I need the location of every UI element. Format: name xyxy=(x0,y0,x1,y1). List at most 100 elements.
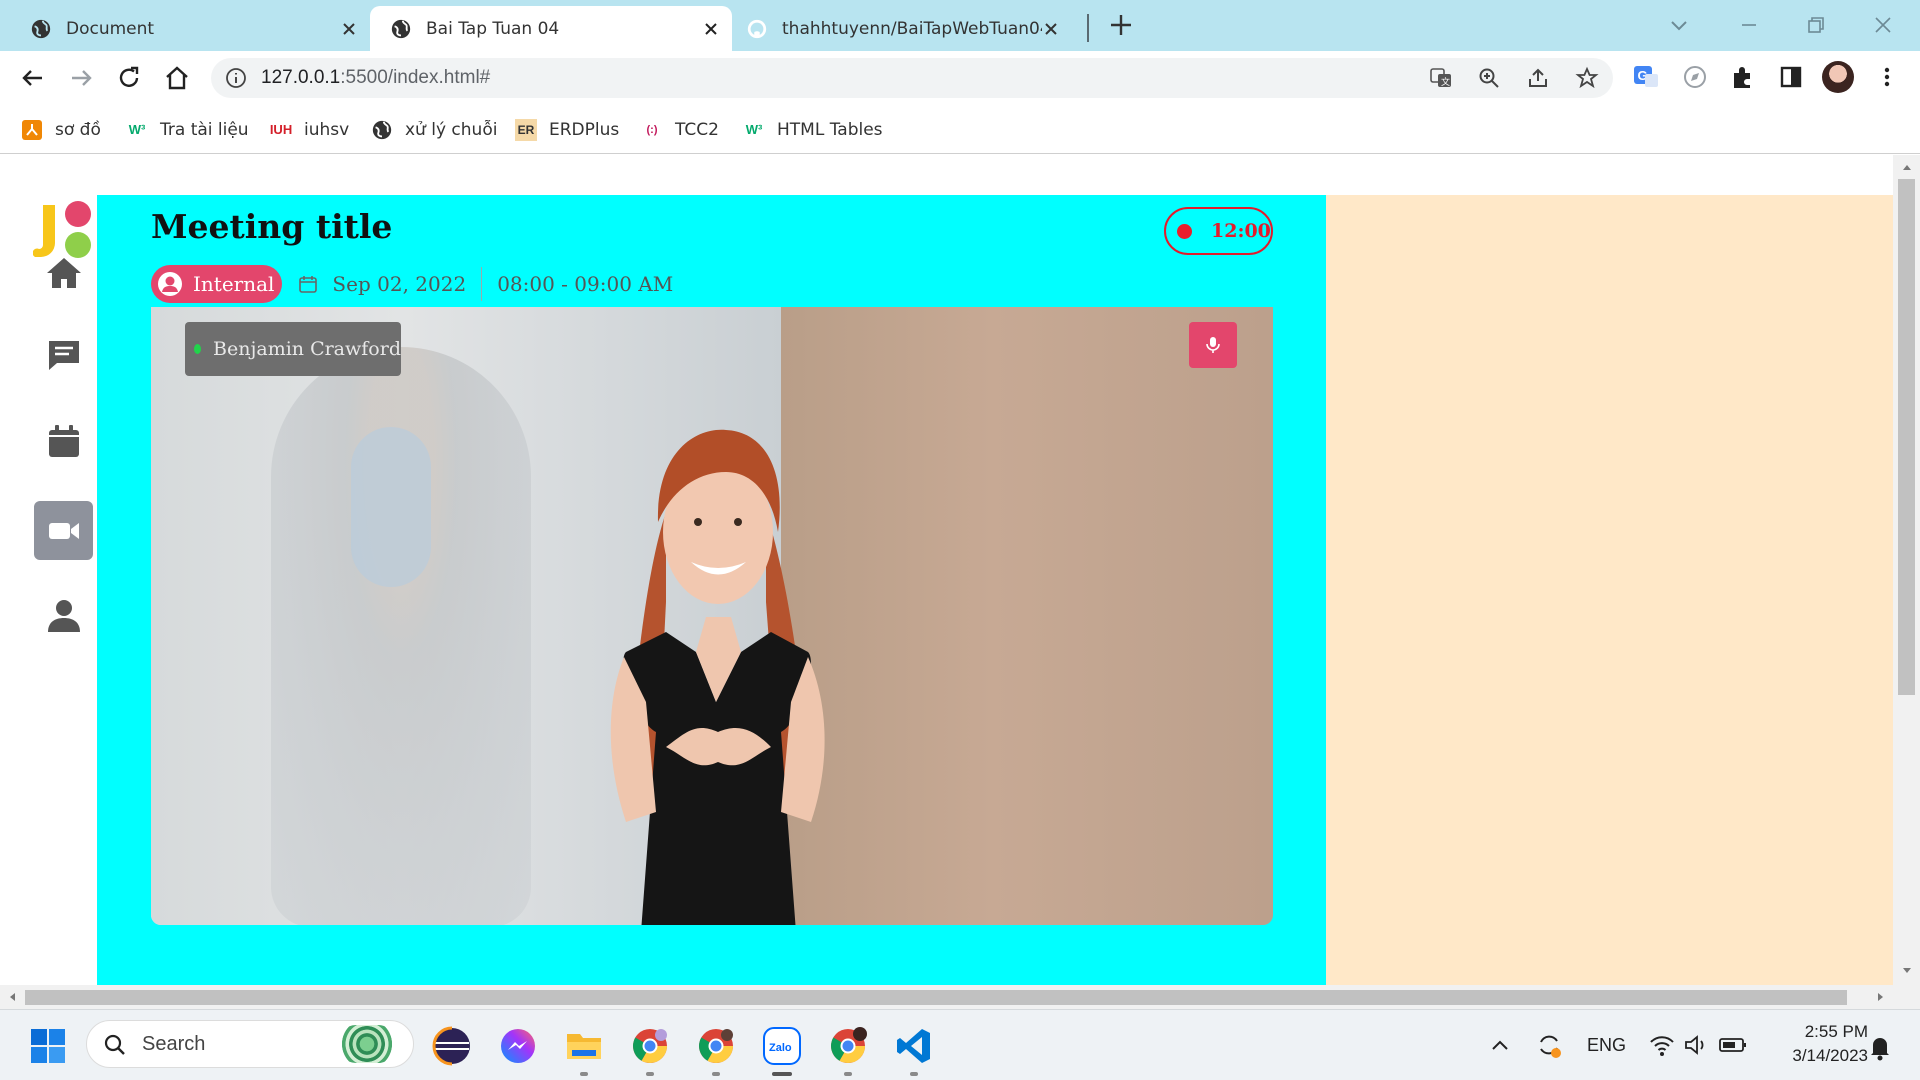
system-clock[interactable]: 2:55 PM 3/14/2023 xyxy=(1758,1020,1868,1068)
timer-text: 12:00 xyxy=(1211,220,1271,242)
browser-tab-active[interactable]: Bai Tap Tuan 04 xyxy=(370,6,732,51)
erdplus-icon: ER xyxy=(515,118,537,141)
side-panel-icon[interactable] xyxy=(1776,62,1806,92)
participant-name: Benjamin Crawford xyxy=(213,338,401,360)
search-highlight-art xyxy=(337,1025,397,1063)
translate-icon[interactable]: 文 xyxy=(1429,66,1453,90)
zoom-icon[interactable] xyxy=(1477,66,1501,90)
volume-icon[interactable] xyxy=(1682,1030,1710,1060)
bookmark-item[interactable]: xử lý chuỗi xyxy=(371,116,497,143)
wifi-icon[interactable] xyxy=(1648,1030,1676,1060)
browser-tab[interactable]: Document xyxy=(0,6,370,51)
w3schools-icon: W³ xyxy=(128,122,146,137)
app-running-indicator xyxy=(844,1072,852,1076)
chrome-icon[interactable] xyxy=(630,1026,670,1066)
browser-tab[interactable]: thahhtuyenn/BaiTapWebTuan04 xyxy=(732,6,1072,51)
sync-icon[interactable] xyxy=(1534,1030,1564,1060)
url-path: :5500/index.html# xyxy=(340,67,491,88)
user-circle-icon xyxy=(158,272,182,296)
w3schools-icon: W³ xyxy=(745,122,763,137)
back-icon[interactable] xyxy=(18,63,48,93)
kebab-menu-icon[interactable] xyxy=(1872,62,1902,92)
online-status-icon xyxy=(194,344,202,354)
site-info-icon[interactable] xyxy=(225,67,247,89)
horizontal-scrollbar[interactable] xyxy=(0,985,1893,1009)
new-tab-icon[interactable] xyxy=(1108,12,1134,38)
sidebar-item-calendar[interactable] xyxy=(34,411,93,470)
close-icon[interactable] xyxy=(340,20,358,38)
sidebar-item-video[interactable] xyxy=(34,501,93,560)
vscode-icon[interactable] xyxy=(894,1026,934,1066)
eclipse-icon[interactable] xyxy=(432,1026,472,1066)
google-translate-extension-icon[interactable]: G xyxy=(1631,62,1661,92)
extensions-puzzle-icon[interactable] xyxy=(1728,62,1758,92)
chevron-up-icon[interactable] xyxy=(1488,1030,1512,1060)
sidebar-item-messages[interactable] xyxy=(34,325,93,384)
home-button-icon[interactable] xyxy=(162,63,192,93)
browser-toolbar: 127.0.0.1:5500/index.html# 文 G xyxy=(0,51,1920,105)
user-icon xyxy=(47,599,80,632)
scrollbar-thumb[interactable] xyxy=(25,990,1847,1005)
bookmark-item[interactable]: (:) TCC2 xyxy=(641,116,719,143)
restore-icon[interactable] xyxy=(1800,10,1830,40)
compass-extension-icon[interactable] xyxy=(1680,62,1710,92)
recording-timer[interactable]: 12:00 xyxy=(1164,207,1273,255)
bookmark-label: iuhsv xyxy=(304,119,350,140)
reload-icon[interactable] xyxy=(114,63,144,93)
bookmark-label: sơ đồ xyxy=(55,119,101,140)
windows-start-icon[interactable] xyxy=(30,1028,66,1064)
vertical-scrollbar[interactable] xyxy=(1893,155,1920,985)
zalo-icon[interactable]: Zalo xyxy=(762,1026,802,1066)
bookmarks-bar: sơ đồ W³ Tra tài liệu IUH iuhsv xử lý ch… xyxy=(0,105,1920,154)
url-text[interactable]: 127.0.0.1:5500/index.html# xyxy=(261,58,490,98)
notification-bell-icon[interactable] xyxy=(1866,1032,1894,1062)
bookmark-item[interactable]: sơ đồ xyxy=(21,116,101,143)
tab-title: Document xyxy=(66,18,155,39)
iuh-icon: IUH xyxy=(269,122,293,137)
meeting-time: 08:00 - 09:00 AM xyxy=(497,272,674,296)
tcc2-icon: (:) xyxy=(646,123,658,136)
minimize-icon[interactable] xyxy=(1734,10,1764,40)
messenger-icon[interactable] xyxy=(498,1026,538,1066)
scrollbar-thumb[interactable] xyxy=(1898,179,1915,695)
svg-text:文: 文 xyxy=(1441,76,1450,87)
chat-icon xyxy=(48,340,79,370)
chrome-icon[interactable] xyxy=(828,1026,868,1066)
close-icon[interactable] xyxy=(1042,20,1060,38)
bookmark-item[interactable]: W³ HTML Tables xyxy=(743,116,883,143)
mute-button[interactable] xyxy=(1189,322,1237,368)
page-title: Meeting title xyxy=(151,207,393,246)
file-explorer-icon[interactable] xyxy=(564,1026,604,1066)
profile-avatar[interactable] xyxy=(1822,61,1854,93)
tab-strip: Document Bai Tap Tuan 04 thahhtuyenn/Bai… xyxy=(0,0,1920,51)
bookmark-star-icon[interactable] xyxy=(1575,66,1599,90)
language-indicator[interactable]: ENG xyxy=(1587,1030,1626,1060)
meeting-meta: Internal Sep 02, 2022 08:00 - 09:00 AM xyxy=(151,265,673,303)
bookmark-item[interactable]: W³ Tra tài liệu xyxy=(126,116,249,143)
close-icon[interactable] xyxy=(702,20,720,38)
scroll-up-icon[interactable] xyxy=(1901,161,1913,173)
scroll-down-icon[interactable] xyxy=(1901,965,1913,977)
search-icon xyxy=(104,1034,125,1055)
video-feed: Benjamin Crawford xyxy=(151,307,1273,925)
calendar-icon xyxy=(48,424,79,457)
address-bar[interactable]: 127.0.0.1:5500/index.html# 文 xyxy=(211,58,1613,98)
scroll-left-icon[interactable] xyxy=(6,991,18,1003)
sidebar-item-home[interactable] xyxy=(34,243,93,302)
tab-title: Bai Tap Tuan 04 xyxy=(426,18,560,39)
tab-search-chevron-icon[interactable] xyxy=(1664,10,1694,40)
status-badge: Internal xyxy=(151,265,283,303)
bookmark-item[interactable]: ER ERDPlus xyxy=(515,116,619,143)
battery-icon[interactable] xyxy=(1718,1030,1748,1060)
participant-image xyxy=(610,429,825,925)
forward-icon[interactable] xyxy=(66,63,96,93)
bookmark-item[interactable]: IUH iuhsv xyxy=(270,116,349,143)
share-icon[interactable] xyxy=(1526,66,1550,90)
taskbar-search[interactable]: Search xyxy=(86,1020,414,1068)
sidebar-item-profile[interactable] xyxy=(34,585,93,644)
bookmark-label: xử lý chuỗi xyxy=(405,119,498,140)
scroll-right-icon[interactable] xyxy=(1875,991,1887,1003)
close-window-icon[interactable] xyxy=(1868,10,1898,40)
chrome-icon[interactable] xyxy=(696,1026,736,1066)
microphone-icon xyxy=(1206,337,1220,353)
